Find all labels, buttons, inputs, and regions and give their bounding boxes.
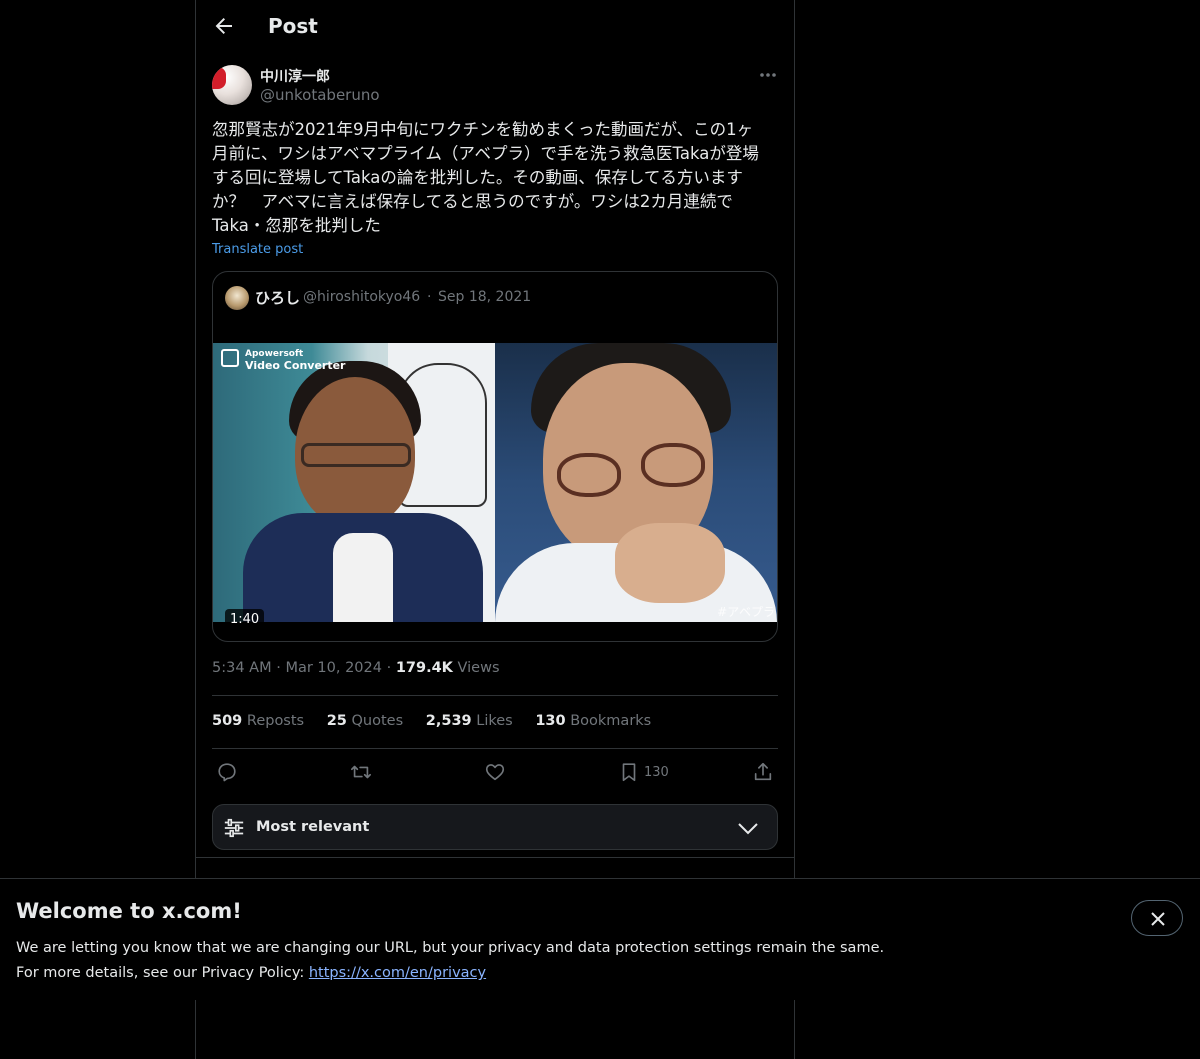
divider <box>196 857 794 858</box>
banner-title: Welcome to x.com! <box>16 899 242 923</box>
video-person-shirt <box>333 533 393 622</box>
reply-icon[interactable] <box>216 761 238 783</box>
divider <box>212 748 778 749</box>
meta-separator: · <box>276 660 281 676</box>
meta-separator: · <box>386 660 392 676</box>
arrow-left-icon[interactable] <box>212 14 236 38</box>
video-person2-glasses-left <box>557 453 621 497</box>
video-person2-hand <box>615 523 725 603</box>
engagement-stats: 509 Reposts 25 Quotes 2,539 Likes 130 Bo… <box>212 713 669 729</box>
divider <box>212 695 778 696</box>
chevron-down-icon <box>738 823 758 835</box>
sort-label: Most relevant <box>256 819 370 835</box>
quoted-separator: · <box>427 289 432 305</box>
author-display-name[interactable]: 中川淳一郎 <box>260 66 330 86</box>
bookmarks-stat[interactable]: 130 Bookmarks <box>535 713 651 729</box>
post-meta: 5:34 AM · Mar 10, 2024 · 179.4K Views <box>212 660 500 676</box>
bookmark-icon[interactable] <box>618 761 640 783</box>
tweet-text: 忽那賢志が2021年9月中旬にワクチンを勧めまくった動画だが、この1ヶ 月前に、… <box>212 120 759 235</box>
author-avatar[interactable] <box>212 65 252 105</box>
url-change-banner: Welcome to x.com! We are letting you kno… <box>0 878 1200 1000</box>
views-label: Views <box>457 660 500 676</box>
quoted-avatar <box>225 286 249 310</box>
banner-text: We are letting you know that we are chan… <box>16 936 884 986</box>
sort-replies-dropdown[interactable]: Most relevant <box>212 804 778 850</box>
video-right-panel: #アベプラ <box>495 343 777 622</box>
views-count: 179.4K <box>395 660 453 676</box>
watermark-line1: Apowersoft <box>245 349 304 359</box>
sliders-icon <box>224 818 244 838</box>
share-icon[interactable] <box>752 761 774 783</box>
banner-line1: We are letting you know that we are chan… <box>16 940 885 956</box>
banner-line2-prefix: For more details, see our Privacy Policy… <box>16 965 309 981</box>
page-header: Post <box>196 0 794 54</box>
video-player[interactable]: Apowersoft Video Converter #アベプラ <box>213 343 777 622</box>
video-person-glasses <box>301 443 411 467</box>
post-time[interactable]: 5:34 AM <box>212 660 272 676</box>
more-icon[interactable] <box>756 66 780 84</box>
video-duration: 1:40 <box>225 609 265 630</box>
quoted-handle: @hiroshitokyo46 <box>303 289 421 305</box>
close-banner-button[interactable] <box>1131 900 1183 936</box>
likes-stat[interactable]: 2,539 Likes <box>426 713 513 729</box>
page-title: Post <box>268 14 318 38</box>
post-date[interactable]: Mar 10, 2024 <box>285 660 382 676</box>
privacy-policy-link[interactable]: https://x.com/en/privacy <box>309 965 486 981</box>
repost-icon[interactable] <box>350 761 372 783</box>
banner-line2: For more details, see our Privacy Policy… <box>16 961 884 986</box>
reposts-stat[interactable]: 509 Reposts <box>212 713 304 729</box>
quoted-date: Sep 18, 2021 <box>438 289 532 305</box>
watermark-icon <box>221 349 239 367</box>
quotes-stat[interactable]: 25 Quotes <box>327 713 403 729</box>
author-handle[interactable]: @unkotaberuno <box>260 86 380 104</box>
quoted-display-name: ひろし <box>255 289 301 307</box>
translate-post-link[interactable]: Translate post <box>212 242 303 257</box>
video-left-panel: Apowersoft Video Converter <box>213 343 495 622</box>
close-icon <box>1151 912 1165 926</box>
quoted-tweet[interactable]: ひろし @hiroshitokyo46 · Sep 18, 2021 Apowe… <box>212 271 778 642</box>
watermark-line2: Video Converter <box>245 359 346 372</box>
heart-icon[interactable] <box>484 761 506 783</box>
video-person2-glasses-right <box>641 443 705 487</box>
video-tag: #アベプラ <box>717 605 775 619</box>
bookmark-count: 130 <box>644 765 669 780</box>
